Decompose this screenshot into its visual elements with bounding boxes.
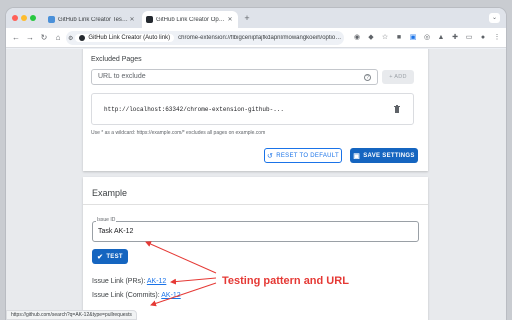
- issue-id-label: Issue ID: [96, 217, 117, 223]
- extension-icon[interactable]: ◎: [422, 33, 432, 43]
- issue-link-commits-row: Issue Link (Commits): AK-12: [92, 292, 181, 299]
- tab-search-button[interactable]: ⌄: [489, 13, 500, 23]
- wildcard-hint: Use * as a wildcard: https://example.com…: [91, 130, 266, 136]
- delete-icon[interactable]: [394, 105, 400, 113]
- extension-chip-label: GitHub Link Creator (Auto link): [88, 35, 171, 41]
- address-bar[interactable]: ⚙ GitHub Link Creator (Auto link) chrome…: [66, 31, 344, 45]
- tab-options[interactable]: GitHub Link Creator Options ✕: [142, 11, 238, 28]
- more-menu-icon[interactable]: ⋮: [492, 33, 502, 43]
- extension-chip[interactable]: GitHub Link Creator (Auto link): [75, 34, 175, 42]
- extension-icon[interactable]: ▲: [436, 33, 446, 43]
- tab-title: GitHub Link Creator Test Page: [58, 16, 128, 23]
- exclude-url-placeholder: URL to exclude: [98, 73, 146, 80]
- issue-link-prs-link[interactable]: AK-12: [147, 278, 166, 285]
- example-card: Example Task AK-12 Issue ID ✔ TEST Issue…: [83, 177, 428, 320]
- excluded-entry: http://localhost:63342/chrome-extension-…: [104, 106, 285, 113]
- save-icon: ▣: [353, 152, 361, 160]
- issue-link-commits-link[interactable]: AK-12: [161, 292, 180, 299]
- save-label: SAVE SETTINGS: [363, 152, 415, 159]
- translate-icon[interactable]: ◉: [352, 33, 362, 43]
- help-icon[interactable]: ?: [364, 74, 371, 81]
- profile-avatar[interactable]: ●: [478, 33, 488, 43]
- extension-icon[interactable]: ◆: [366, 33, 376, 43]
- tab-test-page[interactable]: GitHub Link Creator Test Page ✕: [44, 11, 140, 28]
- tab-favicon: [48, 16, 55, 23]
- example-title: Example: [92, 188, 128, 198]
- issue-link-prs-row: Issue Link (PRs): AK-12: [92, 278, 166, 285]
- close-tab-icon[interactable]: ✕: [226, 16, 234, 23]
- site-info-icon[interactable]: ⚙: [66, 35, 75, 42]
- excluded-pages-card: Excluded Pages URL to exclude ? + ADD ht…: [83, 49, 428, 171]
- github-link-extension-icon[interactable]: ▣: [408, 33, 418, 43]
- exclude-url-input[interactable]: URL to exclude ?: [91, 69, 378, 85]
- status-bar-url: https://github.com/search?q=AK-12&type=p…: [6, 310, 137, 320]
- reload-icon[interactable]: ↻: [38, 32, 50, 44]
- test-label: TEST: [106, 253, 123, 260]
- browser-toolbar: ← → ↻ ⌂ ⚙ GitHub Link Creator (Auto link…: [6, 28, 506, 48]
- tab-title: GitHub Link Creator Options: [156, 16, 226, 23]
- restore-icon: ↺: [267, 152, 274, 160]
- sidebar-icon[interactable]: ▭: [464, 33, 474, 43]
- browser-window: GitHub Link Creator Test Page ✕ GitHub L…: [6, 8, 506, 320]
- back-arrow-icon[interactable]: ←: [10, 32, 22, 44]
- excluded-list: http://localhost:63342/chrome-extension-…: [91, 93, 414, 125]
- issue-id-input[interactable]: Task AK-12: [92, 221, 419, 242]
- bookmark-star-icon[interactable]: ☆: [380, 33, 390, 43]
- issue-link-prs-label: Issue Link (PRs):: [92, 278, 146, 285]
- check-circle-icon: ✔: [97, 253, 104, 261]
- close-window-button[interactable]: [12, 15, 18, 21]
- reset-label: RESET TO DEFAULT: [276, 152, 339, 159]
- issue-link-commits-label: Issue Link (Commits):: [92, 292, 160, 299]
- github-icon: [79, 35, 86, 41]
- annotation-text: Testing pattern and URL: [222, 275, 349, 287]
- issue-id-value: Task AK-12: [98, 228, 134, 235]
- home-icon[interactable]: ⌂: [52, 32, 64, 44]
- extension-icon[interactable]: ■: [394, 33, 404, 43]
- example-divider: [83, 204, 428, 205]
- test-button[interactable]: ✔ TEST: [92, 249, 128, 264]
- puzzle-icon[interactable]: ✚: [450, 33, 460, 43]
- options-page: Excluded Pages URL to exclude ? + ADD ht…: [6, 49, 506, 320]
- url-text: chrome-extension://flbigcenipfajfkdapnl/…: [178, 35, 344, 41]
- new-tab-button[interactable]: +: [242, 12, 252, 24]
- close-tab-icon[interactable]: ✕: [128, 16, 136, 23]
- add-exclude-button[interactable]: + ADD: [382, 70, 414, 84]
- maximize-window-button[interactable]: [30, 15, 36, 21]
- reset-to-default-button[interactable]: ↺ RESET TO DEFAULT: [264, 148, 342, 163]
- tab-strip: GitHub Link Creator Test Page ✕ GitHub L…: [6, 8, 506, 28]
- minimize-window-button[interactable]: [21, 15, 27, 21]
- forward-arrow-icon[interactable]: →: [24, 32, 36, 44]
- github-favicon-icon: [146, 16, 153, 23]
- excluded-pages-heading: Excluded Pages: [91, 56, 142, 63]
- save-settings-button[interactable]: ▣ SAVE SETTINGS: [350, 148, 418, 163]
